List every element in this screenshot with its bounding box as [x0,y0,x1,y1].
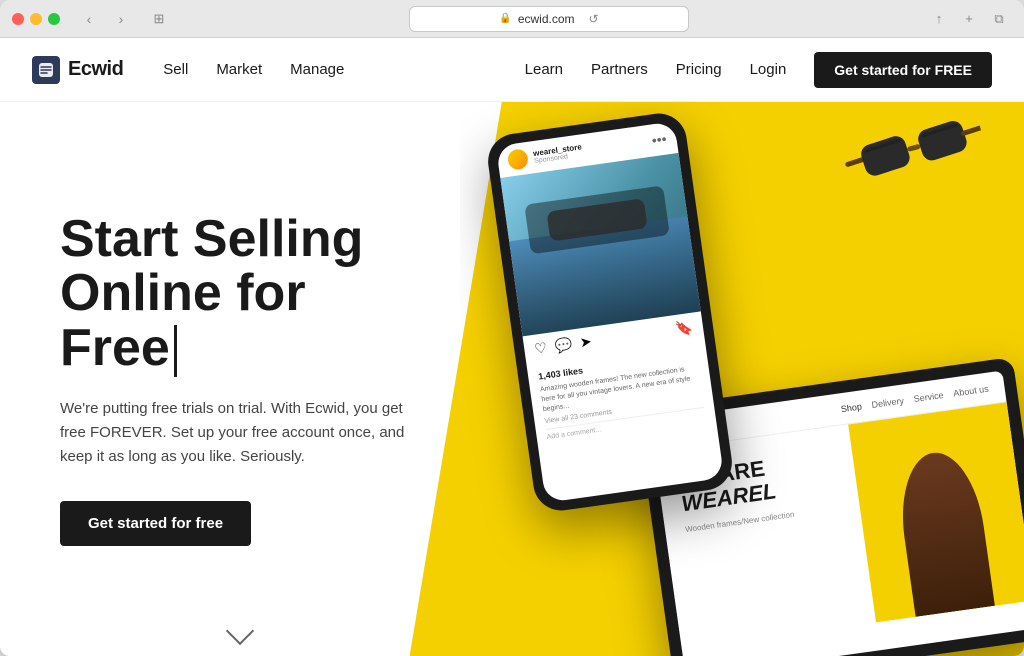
nav-market[interactable]: Market [216,61,262,78]
site-nav: Ecwid Sell Market Manage Learn Partners … [0,38,1024,102]
hero-subtitle: We're putting free trials on trial. With… [60,397,410,469]
new-tab-button[interactable]: + [956,6,982,32]
close-button[interactable] [12,13,24,25]
tablet-menu-service[interactable]: Service [913,389,944,403]
phone-screen: wearel_store Sponsored ••• [496,121,724,503]
tablet-menu-about[interactable]: About us [953,383,990,398]
cursor-blink [174,325,177,377]
comment-icon[interactable]: 💬 [554,336,574,355]
browser-titlebar: ‹ › ⊞ 🔒 ecwid.com ↺ ↑ + ⧉ [0,0,1024,38]
url-text: ecwid.com [518,12,575,26]
back-button[interactable]: ‹ [76,6,102,32]
browser-window-controls: ⊞ [146,6,172,32]
minimize-button[interactable] [30,13,42,25]
sidebar-toggle-button[interactable]: ⊞ [146,6,172,32]
address-bar[interactable]: 🔒 ecwid.com ↺ [409,6,689,32]
logo-text: Ecwid [68,58,123,81]
browser-toolbar-right: ↑ + ⧉ [926,6,1012,32]
hero-cta-button[interactable]: Get started for free [60,501,251,546]
hero-section: Start Selling Online for Free We're putt… [0,102,1024,656]
tablet-menu-shop[interactable]: Shop [840,401,862,414]
scroll-chevron-icon [226,617,254,645]
nav-sell[interactable]: Sell [163,61,188,78]
hero-title: Start Selling Online for Free [60,212,410,377]
lock-icon: 🔒 [499,13,511,24]
nav-learn[interactable]: Learn [525,61,563,78]
browser-frame: ‹ › ⊞ 🔒 ecwid.com ↺ ↑ + ⧉ [0,0,1024,656]
like-icon[interactable]: ♡ [533,339,548,358]
nav-login[interactable]: Login [750,61,787,78]
save-icon[interactable]: 🔖 [674,319,694,338]
share-icon[interactable]: ➤ [579,333,593,351]
logo[interactable]: Ecwid [32,56,123,84]
tablet-hero-image [848,402,1024,622]
traffic-lights [12,13,60,25]
nav-pricing[interactable]: Pricing [676,61,722,78]
nav-left: Sell Market Manage [163,61,344,78]
tablet-menu-delivery[interactable]: Delivery [871,395,905,409]
hero-left: Start Selling Online for Free We're putt… [0,102,460,656]
hero-title-line1: Start Selling [60,210,363,268]
hero-title-line2: Online for Free [60,264,306,377]
phone-post-image [500,153,701,336]
phone-mockup: wearel_store Sponsored ••• [485,110,736,514]
nav-partners[interactable]: Partners [591,61,648,78]
nav-right: Learn Partners Pricing Login Get started… [525,52,992,88]
share-button[interactable]: ↑ [926,6,952,32]
website-content: Ecwid Sell Market Manage Learn Partners … [0,38,1024,656]
fullscreen-button[interactable] [48,13,60,25]
reload-icon[interactable]: ↺ [589,12,599,26]
forward-button[interactable]: › [108,6,134,32]
sunglasses-decoration [840,112,969,191]
hero-right: wearel_store Sponsored ••• [460,102,1024,656]
browser-nav: ‹ › [76,6,134,32]
nav-cta-button[interactable]: Get started for FREE [814,52,992,88]
browser-addressbar: 🔒 ecwid.com ↺ [180,6,918,32]
scroll-indicator[interactable] [230,621,250,641]
instagram-avatar [507,148,530,171]
nav-manage[interactable]: Manage [290,61,344,78]
logo-icon [32,56,60,84]
window-button[interactable]: ⧉ [986,6,1012,32]
